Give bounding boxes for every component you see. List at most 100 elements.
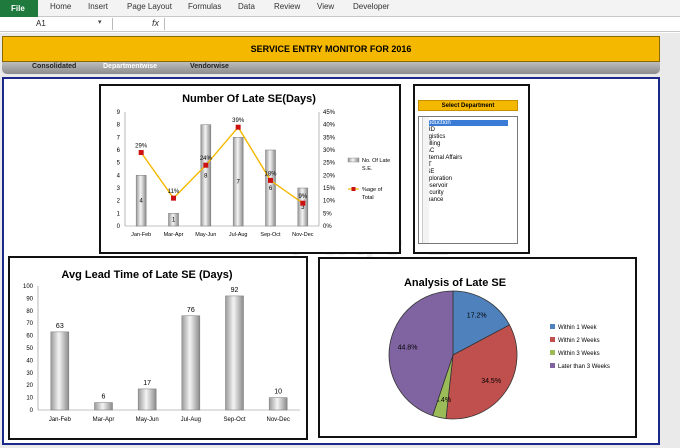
- y2-tick-label: 0%: [323, 224, 332, 230]
- file-tab[interactable]: File: [0, 0, 38, 17]
- late-se-chart-frame: Number Of Late SE(Days) 0 1 2 3 4 5 6 7 8 9 0% 5% 10%…: [99, 84, 401, 254]
- tab-formulas[interactable]: Formulas: [188, 2, 221, 11]
- late-se-pie-chart: Analysis of Late SE17.2%34.5%3.4%44.8%Wi…: [388, 277, 610, 420]
- legend-swatch: [550, 350, 555, 355]
- pct-marker: [203, 162, 209, 168]
- legend-swatch-bar: [347, 157, 360, 163]
- tab-developer[interactable]: Developer: [353, 2, 389, 11]
- legend-swatch: [550, 363, 555, 368]
- select-department-button[interactable]: Select Department: [418, 100, 518, 111]
- y-tick-label: 1: [117, 211, 121, 217]
- function-icon[interactable]: fx: [152, 18, 159, 28]
- bar-value-label: 63: [56, 323, 64, 330]
- name-box[interactable]: A1: [36, 19, 106, 30]
- x-tick-label: Sep-Oct: [223, 417, 245, 423]
- tab-view[interactable]: View: [317, 2, 334, 11]
- y-tick-label: 50: [26, 346, 33, 352]
- y-tick-label: 9: [117, 110, 121, 116]
- y2-tick-label: 20%: [323, 173, 336, 179]
- x-tick-label: Jul-Aug: [229, 232, 248, 238]
- y2-tick-label: 5%: [323, 211, 332, 217]
- pct-marker: [268, 177, 273, 183]
- pct-label: 18%: [264, 171, 277, 177]
- x-tick-label: Jan-Feb: [131, 232, 151, 238]
- chart-title: Number Of Late SE(Days): [182, 93, 316, 105]
- y-tick-label: 20: [26, 383, 33, 389]
- tab-review[interactable]: Review: [274, 2, 300, 11]
- y-tick-label: 10: [26, 396, 33, 402]
- y2-tick-label: 40%: [323, 123, 336, 129]
- y-tick-label: 2: [117, 199, 121, 205]
- nav-departmentwise[interactable]: Departmentwise: [103, 63, 157, 70]
- tab-page-layout[interactable]: Page Layout: [127, 2, 172, 11]
- y-tick-label: 0: [30, 408, 34, 414]
- y-tick-label: 8: [117, 123, 121, 129]
- divider: [112, 18, 113, 30]
- y2-tick-label: 30%: [323, 148, 336, 154]
- y-tick-label: 0: [117, 224, 121, 230]
- page-title: SERVICE ENTRY MONITOR FOR 2016: [250, 44, 412, 54]
- x-tick-label: Nov-Dec: [266, 417, 289, 423]
- bar: [181, 315, 201, 411]
- nav-vendorwise[interactable]: Vendorwise: [190, 63, 229, 70]
- nav-consolidated[interactable]: Consolidated: [32, 63, 76, 70]
- y-tick-label: 90: [26, 296, 33, 302]
- slice-label: 17.2%: [467, 312, 487, 319]
- y-tick-label: 80: [26, 309, 33, 315]
- late-se-analysis-frame: Analysis of Late SE 17.2% 34.5% 3.4% 44.8% Wi…: [318, 257, 637, 438]
- x-tick-label: Mar-Apr: [164, 232, 184, 238]
- legend-label: Later than 3 Weeks: [558, 364, 610, 370]
- bar: [137, 388, 157, 411]
- list-item[interactable]: Production: [422, 120, 508, 126]
- y-tick-label: 5: [117, 161, 121, 167]
- tab-home[interactable]: Home: [50, 2, 71, 11]
- y-tick-label: 60: [26, 334, 33, 340]
- y2-tick-label: 35%: [323, 135, 336, 141]
- y2-tick-label: 10%: [323, 199, 336, 205]
- bar-value-label: 6: [102, 394, 106, 401]
- x-tick-label: Sep-Oct: [260, 232, 281, 238]
- bar-value-label: 10: [274, 389, 282, 396]
- pct-label: 9%: [298, 194, 307, 200]
- bar: [50, 331, 70, 411]
- x-tick-label: Jan-Feb: [49, 417, 72, 423]
- x-tick-label: Mar-Apr: [93, 417, 115, 423]
- pct-label: 24%: [200, 156, 213, 162]
- bar-value-label: 92: [231, 287, 239, 294]
- y-tick-label: 100: [23, 284, 34, 290]
- legend-label: Within 3 Weeks: [558, 351, 600, 357]
- y-tick-label: 30: [26, 371, 33, 377]
- pct-marker: [235, 124, 241, 130]
- pct-marker: [300, 200, 306, 206]
- ribbon: File Home Insert Page Layout Formulas Da…: [0, 0, 680, 17]
- y2-tick-label: 25%: [323, 161, 336, 167]
- tab-data[interactable]: Data: [238, 2, 255, 11]
- y2-tick-label: 15%: [323, 186, 336, 192]
- y2-tick-label: 45%: [323, 110, 336, 116]
- chart-title: Analysis of Late SE: [404, 277, 506, 289]
- lead-time-chart: Avg Lead Time of Late SE (Days) 0 10 20 30 40…: [23, 269, 300, 423]
- legend-label: S.E.: [362, 166, 373, 172]
- lead-time-chart-frame: Avg Lead Time of Late SE (Days) 0 10 20 30 40…: [8, 256, 308, 440]
- x-tick-label: Nov-Dec: [292, 232, 314, 238]
- bar: [268, 397, 288, 411]
- bar: [94, 402, 113, 411]
- tab-insert[interactable]: Insert: [88, 2, 108, 11]
- bar-value-label: 17: [143, 380, 151, 387]
- title-banner: SERVICE ENTRY MONITOR FOR 2016: [2, 36, 660, 62]
- pct-label: 39%: [232, 118, 245, 124]
- y-tick-label: 6: [117, 148, 121, 154]
- chevron-down-icon[interactable]: ▾: [98, 18, 102, 26]
- listbox-scrollbar[interactable]: [422, 117, 429, 243]
- department-listbox[interactable]: Production HRD Logistics Drilling E&C Ex…: [418, 116, 518, 244]
- nav-bar: Consolidated Departmentwise Vendorwise: [2, 62, 660, 74]
- legend-swatch: [550, 337, 555, 342]
- bar-value-label: 76: [187, 307, 195, 314]
- slice-label: 44.8%: [398, 345, 418, 352]
- legend-label: Total: [362, 195, 374, 201]
- legend-label: Within 2 Weeks: [558, 338, 600, 344]
- late-se-chart: Number Of Late SE(Days) 0 1 2 3 4 5 6 7 8 9 0% 5% 10%…: [117, 93, 390, 238]
- x-tick-label: May-Jun: [195, 232, 216, 238]
- y-tick-label: 3: [117, 186, 121, 192]
- y-tick-label: 7: [117, 135, 121, 141]
